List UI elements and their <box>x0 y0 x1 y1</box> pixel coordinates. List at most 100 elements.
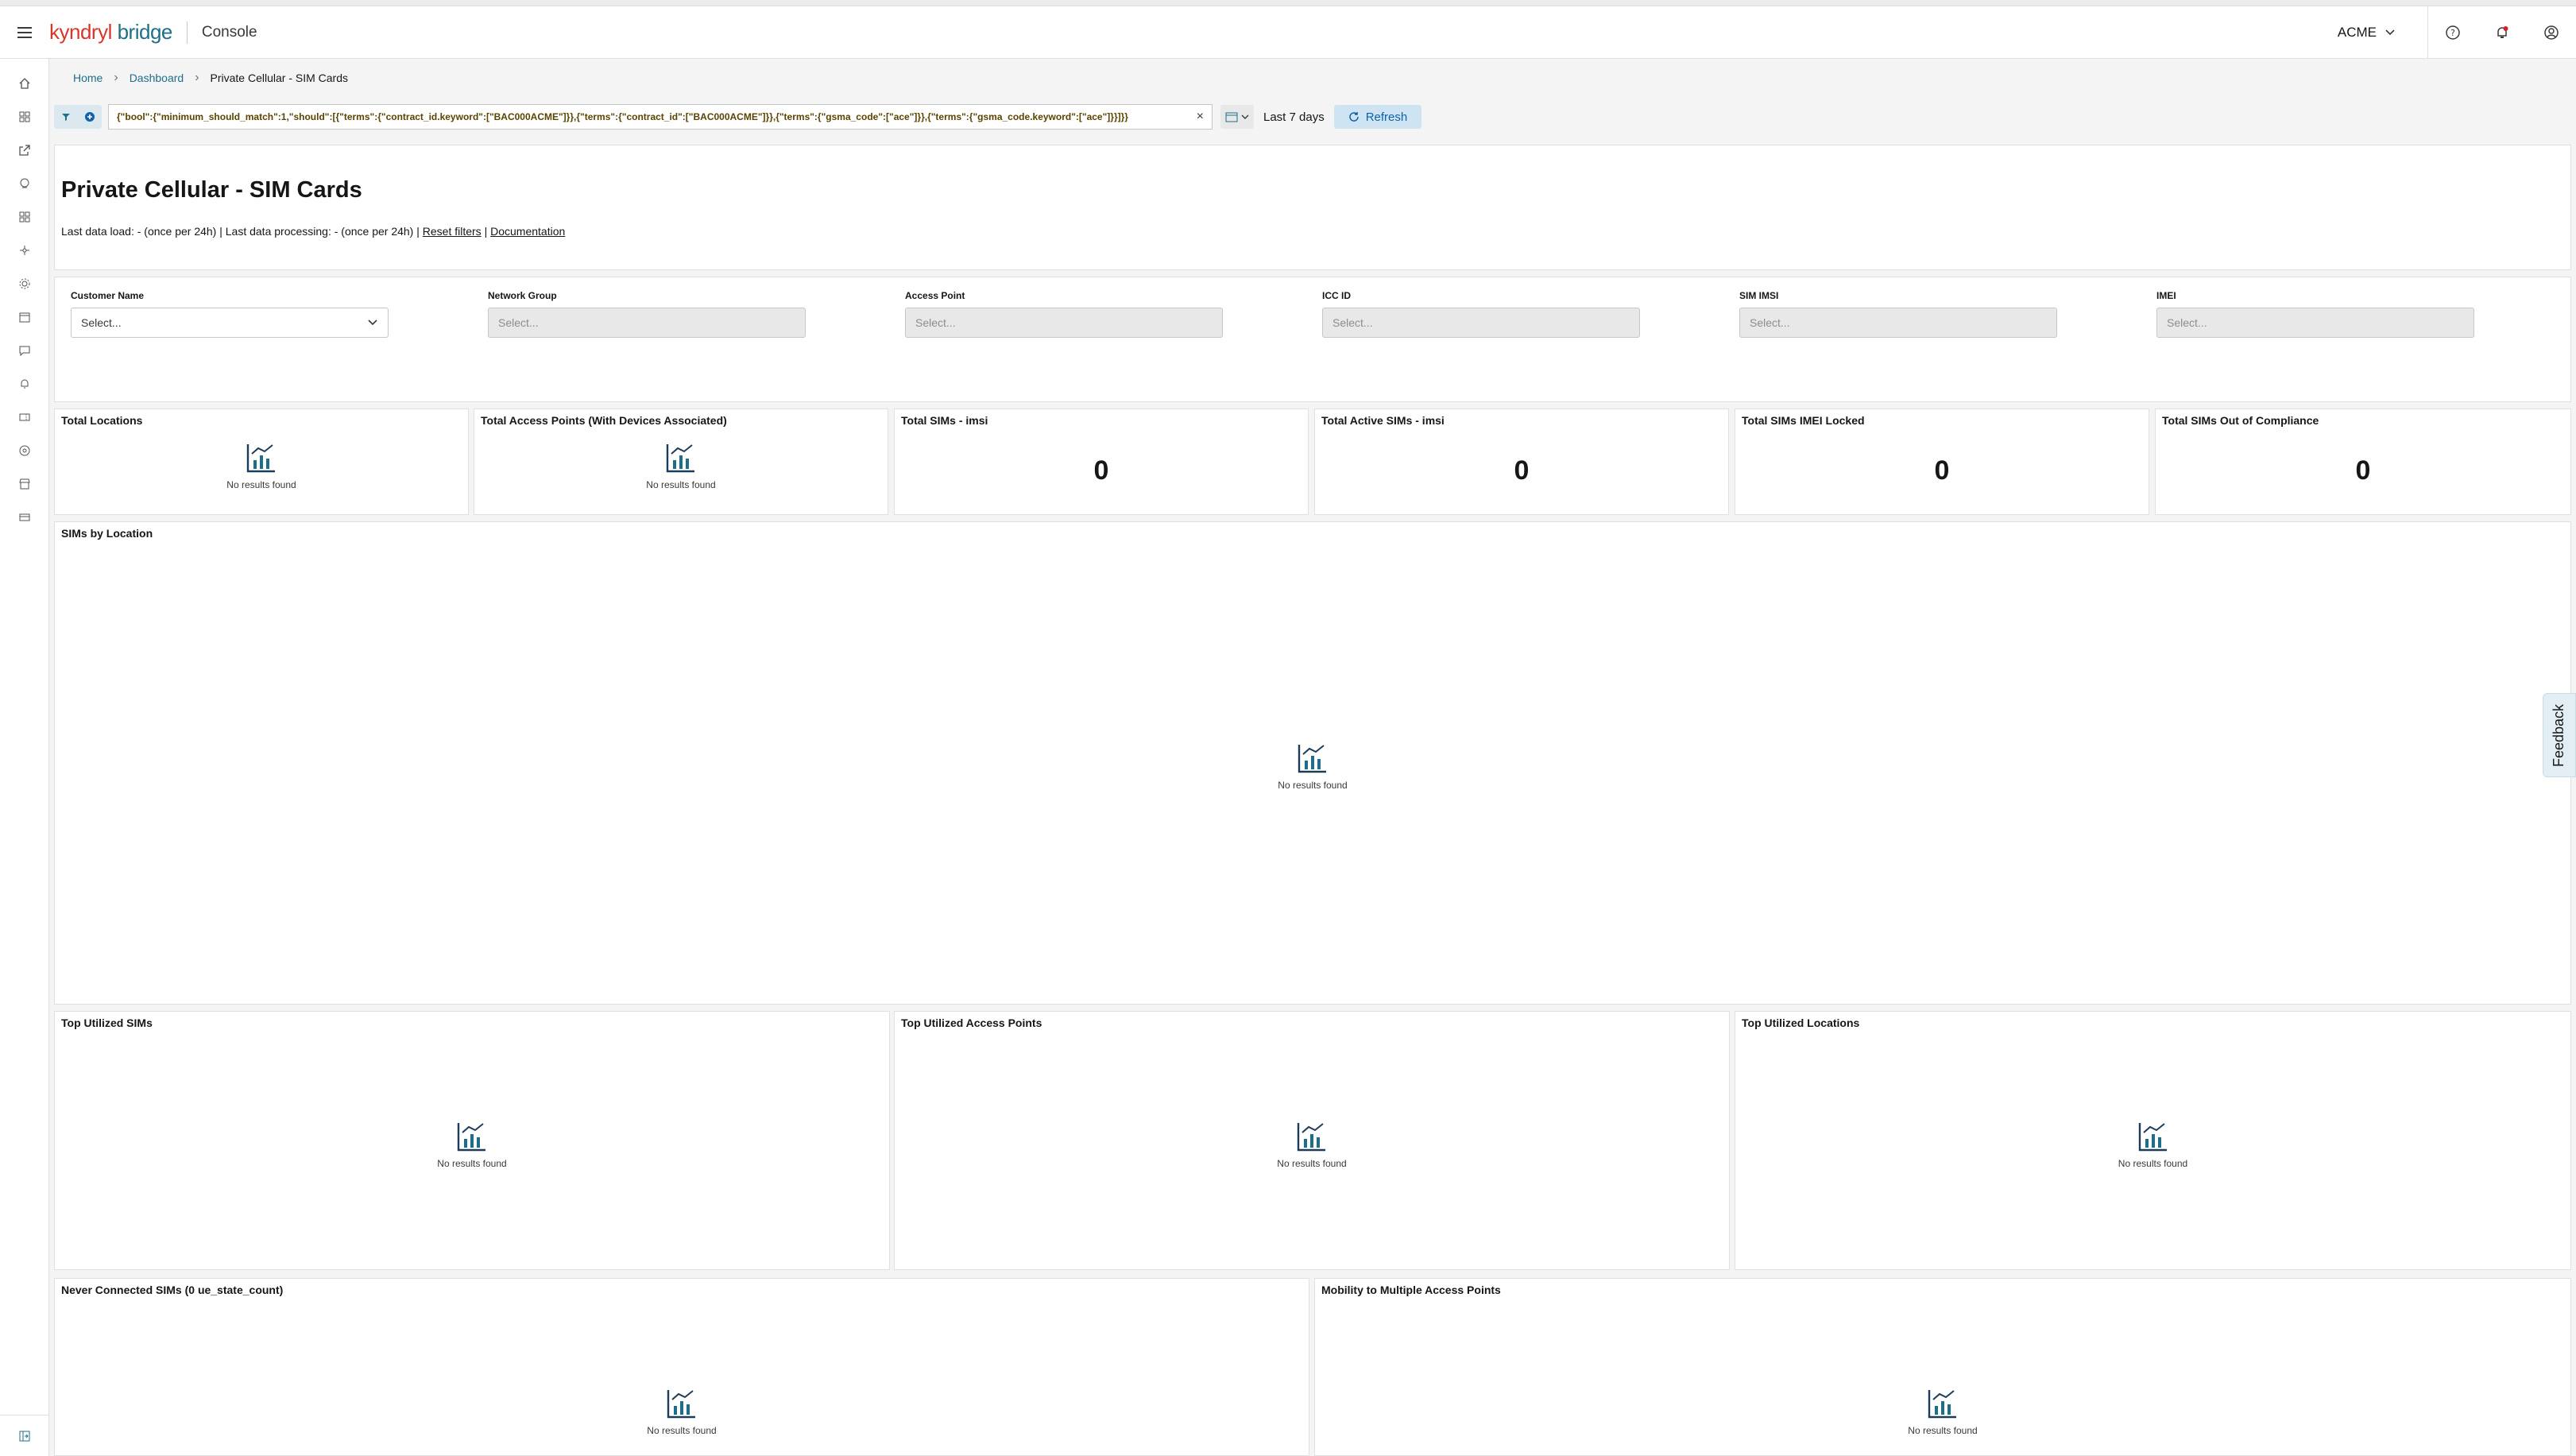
menu-icon[interactable] <box>0 6 49 59</box>
notification-icon[interactable] <box>2477 6 2527 59</box>
card-title: SIMs by Location <box>61 527 153 540</box>
customer-name-select[interactable]: Select... <box>71 308 389 338</box>
no-data-chart-icon <box>246 444 275 473</box>
home-icon[interactable] <box>0 67 49 100</box>
card-title: Total Active SIMs - imsi <box>1321 414 1445 427</box>
metric-card-total-sims: Total SIMs - imsi 0 <box>894 409 1309 515</box>
target-icon[interactable] <box>0 434 49 467</box>
card-title: Total SIMs - imsi <box>901 414 988 427</box>
breadcrumb-current: Private Cellular - SIM Cards <box>210 72 349 84</box>
date-range-label[interactable]: Last 7 days <box>1263 110 1325 124</box>
breadcrumb-home[interactable]: Home <box>73 72 102 84</box>
store-icon[interactable] <box>0 467 49 501</box>
empty-state: No results found <box>1735 1120 2570 1169</box>
access-point-select[interactable]: Select... <box>905 308 1223 338</box>
filters-panel: Customer Name Select... Network Group Se… <box>54 277 2571 402</box>
sims-by-location-panel: SIMs by Location No results found <box>54 521 2571 1005</box>
refresh-label: Refresh <box>1365 110 1408 124</box>
card-title: Mobility to Multiple Access Points <box>1321 1284 1501 1296</box>
dashboard-icon[interactable] <box>0 100 49 134</box>
imei-select[interactable]: Select... <box>2156 308 2474 338</box>
settings-icon[interactable] <box>0 267 49 300</box>
network-group-select[interactable]: Select... <box>488 308 806 338</box>
no-data-chart-icon <box>1928 1390 1956 1419</box>
sim-imsi-select[interactable]: Select... <box>1739 308 2057 338</box>
card-title: Top Utilized Access Points <box>901 1016 1042 1029</box>
empty-state: No results found <box>1315 1387 2570 1436</box>
metric-value: 0 <box>1093 455 1109 486</box>
filter-access-point: Access Point Select... <box>905 290 1223 338</box>
insights-icon[interactable] <box>0 167 49 200</box>
apps-icon[interactable] <box>0 200 49 234</box>
account-switcher[interactable]: ACME <box>2322 6 2428 59</box>
metric-value: 0 <box>1514 455 1530 486</box>
breadcrumb: Home › Dashboard › Private Cellular - SI… <box>73 68 348 87</box>
no-data-chart-icon <box>1297 1123 1325 1152</box>
calendar-icon[interactable] <box>0 300 49 334</box>
clear-query-icon[interactable]: × <box>1197 110 1204 124</box>
empty-state: No results found <box>55 742 2570 791</box>
ticket-icon[interactable] <box>0 401 49 434</box>
empty-state-text: No results found <box>646 479 716 490</box>
page-title: Private Cellular - SIM Cards <box>61 177 362 203</box>
refresh-button[interactable]: Refresh <box>1333 105 1422 129</box>
card-title: Total SIMs IMEI Locked <box>1742 414 1865 427</box>
data-load-text: Last data load: - (once per 24h) | Last … <box>61 225 420 238</box>
chevron-right-icon: › <box>114 71 118 84</box>
metric-value: 0 <box>2355 455 2371 486</box>
add-filter-icon[interactable] <box>78 105 102 129</box>
query-input[interactable]: {"bool":{"minimum_should_match":1,"shoul… <box>108 104 1213 130</box>
link-separator: | <box>484 225 488 238</box>
metric-card-total-locations: Total Locations No results found <box>54 409 469 515</box>
empty-state: No results found <box>474 441 888 490</box>
expand-sidebar-icon[interactable] <box>0 1415 49 1456</box>
top-utilized-sims-panel: Top Utilized SIMs No results found <box>54 1011 890 1270</box>
network-icon[interactable] <box>0 234 49 267</box>
filter-label: Network Group <box>488 290 557 301</box>
filter-label: SIM IMSI <box>1739 290 1779 301</box>
chevron-down-icon <box>2385 29 2395 35</box>
kyndryl-bridge-logo[interactable]: kyndryl bridge <box>49 20 172 45</box>
query-text: {"bool":{"minimum_should_match":1,"shoul… <box>117 111 1128 122</box>
mobility-access-points-panel: Mobility to Multiple Access Points No re… <box>1314 1278 2571 1456</box>
dashboard-header-panel: Private Cellular - SIM Cards Last data l… <box>54 145 2571 270</box>
billing-icon[interactable] <box>0 501 49 534</box>
filter-sim-imsi: SIM IMSI Select... <box>1739 290 2057 338</box>
icc-id-select[interactable]: Select... <box>1322 308 1640 338</box>
select-placeholder: Select... <box>2167 316 2207 329</box>
empty-state-text: No results found <box>647 1425 717 1436</box>
card-title: Top Utilized SIMs <box>61 1016 153 1029</box>
data-load-info: Last data load: - (once per 24h) | Last … <box>61 225 565 238</box>
alert-icon[interactable] <box>0 367 49 401</box>
empty-state: No results found <box>55 1120 889 1169</box>
feedback-label: Feedback <box>2551 703 2567 767</box>
filter-network-group: Network Group Select... <box>488 290 806 338</box>
calendar-icon <box>1225 112 1238 122</box>
app-name: Console <box>201 23 257 41</box>
no-data-chart-icon <box>666 444 694 473</box>
chat-icon[interactable] <box>0 334 49 367</box>
empty-state-text: No results found <box>1277 1158 1347 1169</box>
metric-card-total-active-sims: Total Active SIMs - imsi 0 <box>1314 409 1729 515</box>
top-utilized-locations-panel: Top Utilized Locations No results found <box>1735 1011 2571 1270</box>
feedback-tab[interactable]: Feedback <box>2543 693 2576 777</box>
filter-label: Access Point <box>905 290 965 301</box>
date-picker-button[interactable] <box>1220 105 1254 129</box>
user-profile-icon[interactable] <box>2527 6 2576 59</box>
metric-value: 0 <box>1934 455 1950 486</box>
header-actions: ACME ? <box>2322 6 2576 59</box>
filter-button-group <box>54 105 102 129</box>
documentation-link[interactable]: Documentation <box>490 225 565 238</box>
reset-filters-link[interactable]: Reset filters <box>423 225 482 238</box>
launch-icon[interactable] <box>0 134 49 167</box>
help-icon[interactable]: ? <box>2428 6 2477 59</box>
account-name: ACME <box>2337 24 2377 40</box>
empty-state-text: No results found <box>226 479 296 490</box>
breadcrumb-dashboard[interactable]: Dashboard <box>130 72 184 84</box>
filter-imei: IMEI Select... <box>2156 290 2474 338</box>
browser-top-strip <box>0 0 2576 6</box>
empty-state-text: No results found <box>2118 1158 2188 1169</box>
no-data-chart-icon <box>2138 1123 2167 1152</box>
select-placeholder: Select... <box>498 316 539 329</box>
filter-icon[interactable] <box>54 105 78 129</box>
